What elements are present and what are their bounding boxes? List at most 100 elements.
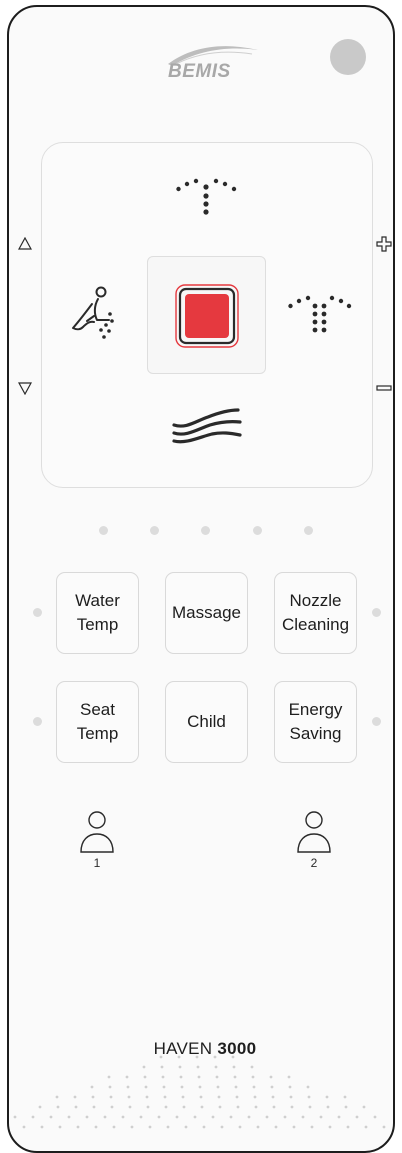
speaker-dot (161, 1075, 165, 1079)
massage-label: Massage (172, 603, 241, 622)
triangle-down-icon[interactable] (18, 382, 32, 395)
level-led (99, 526, 108, 535)
speaker-dot (90, 1085, 94, 1089)
speaker-dot (289, 1095, 293, 1099)
speaker-dot (76, 1125, 80, 1129)
speaker-dot (67, 1115, 71, 1119)
logo-text: BEMIS (168, 61, 231, 82)
speaker-dot (337, 1115, 341, 1119)
bemis-logo: BEMIS (162, 40, 262, 90)
minus-icon[interactable] (376, 384, 392, 392)
speaker-dot (319, 1115, 323, 1119)
seated-person-icon[interactable] (70, 286, 118, 342)
speaker-dot (109, 1095, 113, 1099)
speaker-dot (310, 1125, 314, 1129)
speaker-dot (362, 1105, 366, 1109)
water-temp-button[interactable]: Water Temp (56, 572, 139, 654)
speaker-dot (233, 1075, 237, 1079)
triangle-up-icon[interactable] (18, 237, 32, 250)
speaker-dot (256, 1125, 260, 1129)
water-temp-label-line2: Temp (76, 615, 119, 634)
speaker-dot (325, 1095, 329, 1099)
speaker-dot (180, 1085, 184, 1089)
speaker-dot (217, 1095, 221, 1099)
speaker-dot (292, 1125, 296, 1129)
speaker-dot (103, 1115, 107, 1119)
speaker-dot (128, 1105, 132, 1109)
air-dryer-icon[interactable] (172, 407, 242, 445)
speaker-dot (148, 1125, 152, 1129)
user-1-button[interactable]: 1 (77, 810, 117, 870)
speaker-dot (346, 1125, 350, 1129)
speaker-dot (202, 1125, 206, 1129)
rear-wash-spray-icon[interactable] (288, 294, 352, 336)
user-2-number: 2 (310, 856, 318, 870)
water-temp-label-line1: Water (75, 591, 120, 610)
speaker-dot (215, 1075, 219, 1079)
speaker-dot (196, 1065, 200, 1069)
nozzle-cleaning-indicator (372, 608, 381, 617)
speaker-dot (344, 1105, 348, 1109)
seat-temp-button[interactable]: Seat Temp (56, 681, 139, 763)
energy-saving-button[interactable]: Energy Saving (274, 681, 357, 763)
level-led (201, 526, 210, 535)
power-indicator[interactable] (330, 39, 366, 75)
energy-saving-indicator (372, 717, 381, 726)
speaker-dot (179, 1075, 183, 1079)
speaker-dot (199, 1095, 203, 1099)
speaker-dot (364, 1125, 368, 1129)
model-prefix: HAVEN (153, 1039, 213, 1058)
user-1-number: 1 (93, 856, 101, 870)
speaker-dot (234, 1085, 238, 1089)
user-icon (297, 811, 331, 853)
speaker-dot (197, 1075, 201, 1079)
speaker-dot (274, 1125, 278, 1129)
plus-icon[interactable] (376, 236, 392, 252)
speaker-dot (328, 1125, 332, 1129)
speaker-dot (107, 1075, 111, 1079)
speaker-dot (127, 1095, 131, 1099)
speaker-dot (307, 1095, 311, 1099)
speaker-dot (288, 1085, 292, 1089)
water-temp-indicator (33, 608, 42, 617)
nozzle-cleaning-button[interactable]: Nozzle Cleaning (274, 572, 357, 654)
speaker-dot (229, 1115, 233, 1119)
speaker-dot (146, 1105, 150, 1109)
speaker-dot (214, 1065, 218, 1069)
speaker-dot (269, 1075, 273, 1079)
speaker-dot (130, 1125, 134, 1129)
speaker-dot (181, 1095, 185, 1099)
front-wash-spray-icon[interactable] (176, 178, 238, 222)
user-icon (80, 811, 114, 853)
speaker-dot (56, 1105, 60, 1109)
speaker-dot (308, 1105, 312, 1109)
speaker-dot (139, 1115, 143, 1119)
speaker-dot (253, 1095, 257, 1099)
user-2-button[interactable]: 2 (294, 810, 334, 870)
speaker-dot (211, 1115, 215, 1119)
speaker-dot (145, 1095, 149, 1099)
speaker-dot (144, 1085, 148, 1089)
speaker-dot (112, 1125, 116, 1129)
speaker-dot (301, 1115, 305, 1119)
speaker-dot (216, 1085, 220, 1089)
speaker-dot (121, 1115, 125, 1119)
speaker-dot (143, 1075, 147, 1079)
speaker-dot (272, 1105, 276, 1109)
speaker-dot (91, 1095, 95, 1099)
speaker-dot (162, 1085, 166, 1089)
speaker-dot (306, 1085, 310, 1089)
speaker-dot (343, 1095, 347, 1099)
speaker-dot (182, 1105, 186, 1109)
level-indicator-row (0, 526, 402, 536)
speaker-dot (55, 1095, 59, 1099)
speaker-dot (287, 1075, 291, 1079)
speaker-dot (265, 1115, 269, 1119)
speaker-dot (92, 1105, 96, 1109)
speaker-dot (110, 1105, 114, 1109)
child-button[interactable]: Child (165, 681, 248, 763)
speaker-dot (252, 1085, 256, 1089)
speaker-dot (58, 1125, 62, 1129)
speaker-dot (236, 1105, 240, 1109)
massage-button[interactable]: Massage (165, 572, 248, 654)
